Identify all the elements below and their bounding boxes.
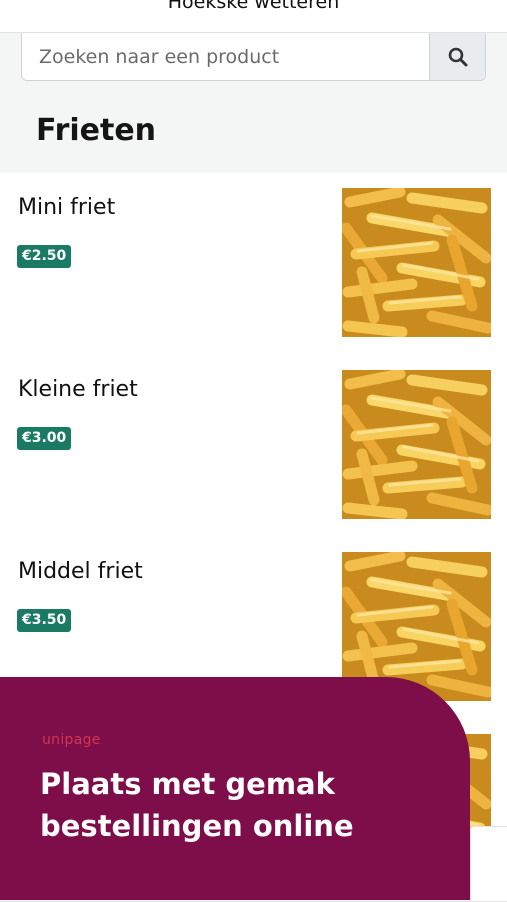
category-title: Frieten bbox=[36, 113, 157, 148]
fries-image bbox=[342, 188, 491, 337]
search-input[interactable] bbox=[22, 33, 430, 80]
search-area: Frieten bbox=[0, 33, 507, 174]
promo-headline: Plaats met gemak bestellingen online bbox=[40, 767, 354, 843]
fries-image bbox=[342, 370, 491, 519]
product-item-mini-friet[interactable]: Mini friet €2.50 bbox=[0, 173, 507, 356]
store-title: Hoekske wetteren bbox=[167, 0, 340, 13]
search-box bbox=[21, 33, 486, 81]
search-icon bbox=[448, 47, 467, 66]
unipage-logo: unipage bbox=[42, 732, 101, 748]
price-badge: €3.50 bbox=[17, 609, 72, 632]
product-name: Mini friet bbox=[18, 195, 116, 220]
price-badge: €2.50 bbox=[17, 245, 72, 268]
product-name: Kleine friet bbox=[18, 377, 138, 402]
product-name: Middel friet bbox=[18, 559, 143, 584]
product-item-kleine-friet[interactable]: Kleine friet €3.00 bbox=[0, 355, 507, 538]
search-button[interactable] bbox=[429, 33, 485, 80]
promo-banner[interactable]: unipage Plaats met gemak bestellingen on… bbox=[0, 677, 470, 900]
top-bar: Hoekske wetteren bbox=[0, 0, 507, 33]
side-card bbox=[470, 826, 507, 901]
price-badge: €3.00 bbox=[17, 427, 72, 450]
